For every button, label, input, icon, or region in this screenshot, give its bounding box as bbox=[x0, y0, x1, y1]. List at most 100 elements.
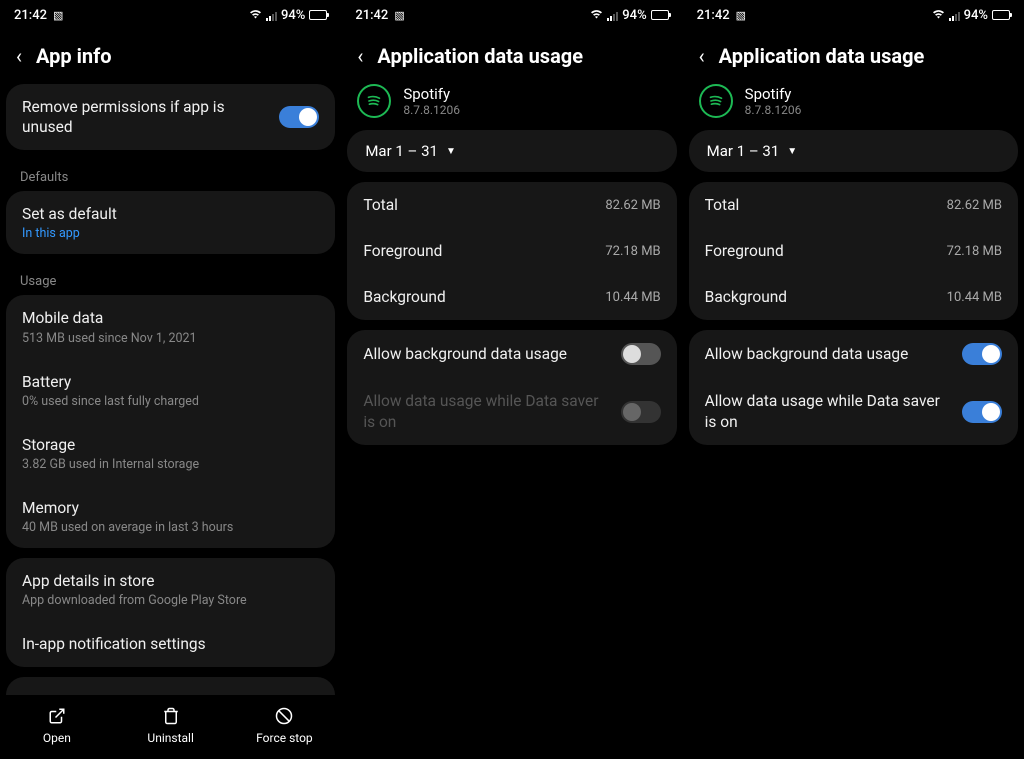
allow-ds-toggle bbox=[621, 401, 661, 423]
background-label: Background bbox=[363, 287, 445, 307]
battery-label: Battery bbox=[22, 372, 319, 392]
set-default-label: Set as default bbox=[22, 204, 319, 224]
wifi-icon bbox=[249, 9, 262, 22]
total-label: Total bbox=[363, 195, 398, 215]
screen-data-usage-on: 21:42 ▧ 94% ‹ Application data usage Spo… bbox=[683, 0, 1024, 759]
back-icon[interactable]: ‹ bbox=[699, 46, 705, 66]
background-value: 10.44 MB bbox=[947, 290, 1002, 305]
force-stop-icon bbox=[275, 705, 293, 727]
mobile-data-row[interactable]: Mobile data 513 MB used since Nov 1, 202… bbox=[6, 295, 335, 358]
allow-bg-label: Allow background data usage bbox=[363, 344, 567, 364]
back-icon[interactable]: ‹ bbox=[16, 46, 22, 66]
battery-row[interactable]: Battery 0% used since last fully charged bbox=[6, 359, 335, 422]
force-stop-button[interactable]: Force stop bbox=[239, 705, 329, 745]
foreground-row: Foreground 72.18 MB bbox=[689, 228, 1018, 274]
allow-ds-label: Allow data usage while Data saver is on bbox=[363, 391, 610, 431]
page-header: ‹ Application data usage bbox=[341, 30, 682, 84]
signal-icon bbox=[607, 10, 618, 21]
storage-row[interactable]: Storage 3.82 GB used in Internal storage bbox=[6, 422, 335, 485]
uninstall-button[interactable]: Uninstall bbox=[126, 705, 216, 745]
wifi-icon bbox=[932, 9, 945, 22]
trash-icon bbox=[162, 705, 180, 727]
page-header: ‹ App info bbox=[0, 30, 341, 84]
foreground-value: 72.18 MB bbox=[947, 244, 1002, 259]
foreground-value: 72.18 MB bbox=[605, 244, 660, 259]
total-value: 82.62 MB bbox=[605, 198, 660, 213]
date-range-label: Mar 1 – 31 bbox=[365, 142, 438, 160]
battery-pct: 94% bbox=[622, 8, 646, 23]
allow-bg-row[interactable]: Allow background data usage bbox=[689, 330, 1018, 378]
screen-data-usage-off: 21:42 ▧ 94% ‹ Application data usage Spo… bbox=[341, 0, 682, 759]
open-label: Open bbox=[43, 731, 71, 745]
set-default-row[interactable]: Set as default In this app bbox=[6, 191, 335, 254]
memory-sub: 40 MB used on average in last 3 hours bbox=[22, 520, 319, 535]
spotify-icon bbox=[699, 84, 733, 118]
allow-ds-label: Allow data usage while Data saver is on bbox=[705, 391, 952, 431]
in-app-notif-label: In-app notification settings bbox=[22, 634, 319, 654]
defaults-section-label: Defaults bbox=[6, 160, 335, 191]
foreground-label: Foreground bbox=[705, 241, 784, 261]
background-value: 10.44 MB bbox=[605, 290, 660, 305]
status-bar: 21:42 ▧ 94% bbox=[683, 0, 1024, 30]
page-title: App info bbox=[36, 44, 112, 68]
allow-ds-toggle[interactable] bbox=[962, 401, 1002, 423]
date-range-selector[interactable]: Mar 1 – 31 ▼ bbox=[689, 130, 1018, 172]
mobile-data-sub: 513 MB used since Nov 1, 2021 bbox=[22, 331, 319, 346]
app-details-sub: App downloaded from Google Play Store bbox=[22, 593, 319, 608]
signal-icon bbox=[266, 10, 277, 21]
date-range-label: Mar 1 – 31 bbox=[707, 142, 780, 160]
back-icon[interactable]: ‹ bbox=[357, 46, 363, 66]
app-name: Spotify bbox=[745, 85, 802, 103]
allow-bg-toggle[interactable] bbox=[962, 343, 1002, 365]
battery-sub: 0% used since last fully charged bbox=[22, 394, 319, 409]
background-row: Background 10.44 MB bbox=[689, 274, 1018, 320]
battery-icon bbox=[992, 10, 1010, 20]
set-default-sub: In this app bbox=[22, 226, 319, 241]
in-app-notif-row[interactable]: In-app notification settings bbox=[6, 621, 335, 667]
page-header: ‹ Application data usage bbox=[683, 30, 1024, 84]
version-label: Version 8.7.8.1206 bbox=[6, 677, 335, 695]
background-label: Background bbox=[705, 287, 787, 307]
total-row: Total 82.62 MB bbox=[347, 182, 676, 228]
total-row: Total 82.62 MB bbox=[689, 182, 1018, 228]
app-version: 8.7.8.1206 bbox=[403, 103, 460, 117]
signal-icon bbox=[949, 10, 960, 21]
wifi-icon bbox=[590, 9, 603, 22]
force-stop-label: Force stop bbox=[256, 731, 313, 745]
total-label: Total bbox=[705, 195, 740, 215]
open-button[interactable]: Open bbox=[12, 705, 102, 745]
status-time: 21:42 bbox=[697, 8, 730, 23]
status-time: 21:42 bbox=[355, 8, 388, 23]
battery-pct: 94% bbox=[281, 8, 305, 23]
chevron-down-icon: ▼ bbox=[787, 146, 797, 157]
battery-icon bbox=[309, 10, 327, 20]
allow-bg-toggle[interactable] bbox=[621, 343, 661, 365]
remove-permissions-toggle[interactable] bbox=[279, 106, 319, 128]
remove-permissions-row[interactable]: Remove permissions if app is unused bbox=[6, 84, 335, 150]
allow-ds-row: Allow data usage while Data saver is on bbox=[347, 378, 676, 444]
storage-label: Storage bbox=[22, 435, 319, 455]
open-icon bbox=[48, 705, 66, 727]
page-title: Application data usage bbox=[377, 44, 583, 68]
page-title: Application data usage bbox=[719, 44, 925, 68]
screen-app-info: 21:42 ▧ 94% ‹ App info Remove permission… bbox=[0, 0, 341, 759]
allow-ds-row[interactable]: Allow data usage while Data saver is on bbox=[689, 378, 1018, 444]
foreground-row: Foreground 72.18 MB bbox=[347, 228, 676, 274]
date-range-selector[interactable]: Mar 1 – 31 ▼ bbox=[347, 130, 676, 172]
status-bar: 21:42 ▧ 94% bbox=[0, 0, 341, 30]
bottom-actions: Open Uninstall Force stop bbox=[0, 695, 341, 759]
battery-pct: 94% bbox=[964, 8, 988, 23]
app-details-row[interactable]: App details in store App downloaded from… bbox=[6, 558, 335, 621]
allow-bg-row[interactable]: Allow background data usage bbox=[347, 330, 676, 378]
allow-bg-label: Allow background data usage bbox=[705, 344, 909, 364]
image-icon: ▧ bbox=[53, 9, 63, 22]
app-details-label: App details in store bbox=[22, 571, 319, 591]
mobile-data-label: Mobile data bbox=[22, 308, 319, 328]
uninstall-label: Uninstall bbox=[147, 731, 193, 745]
foreground-label: Foreground bbox=[363, 241, 442, 261]
status-bar: 21:42 ▧ 94% bbox=[341, 0, 682, 30]
app-identity: Spotify 8.7.8.1206 bbox=[341, 84, 682, 130]
app-identity: Spotify 8.7.8.1206 bbox=[683, 84, 1024, 130]
memory-row[interactable]: Memory 40 MB used on average in last 3 h… bbox=[6, 485, 335, 548]
image-icon: ▧ bbox=[394, 9, 404, 22]
